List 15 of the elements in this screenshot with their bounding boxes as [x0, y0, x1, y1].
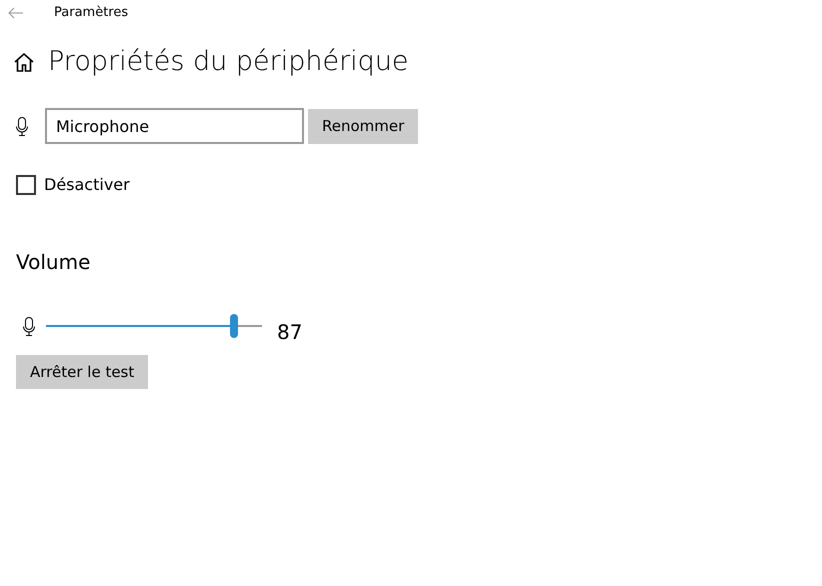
slider-thumb[interactable]: [230, 314, 238, 338]
home-icon[interactable]: [14, 52, 34, 72]
back-icon[interactable]: [8, 7, 24, 19]
window-title: Paramètres: [54, 4, 128, 22]
volume-slider[interactable]: [46, 314, 262, 338]
microphone-icon: [16, 116, 28, 136]
page-title: Propriétés du périphérique: [48, 46, 409, 78]
stop-test-button[interactable]: Arrêter le test: [16, 355, 148, 390]
checkbox-label: Désactiver: [44, 174, 130, 196]
checkbox[interactable]: [16, 175, 36, 196]
section-heading: Volume: [16, 250, 90, 274]
rename-button[interactable]: Renommer: [308, 108, 418, 144]
microphone-icon: [23, 316, 35, 336]
name-field[interactable]: Microphone: [45, 108, 304, 144]
volume-value: 87: [277, 319, 302, 346]
